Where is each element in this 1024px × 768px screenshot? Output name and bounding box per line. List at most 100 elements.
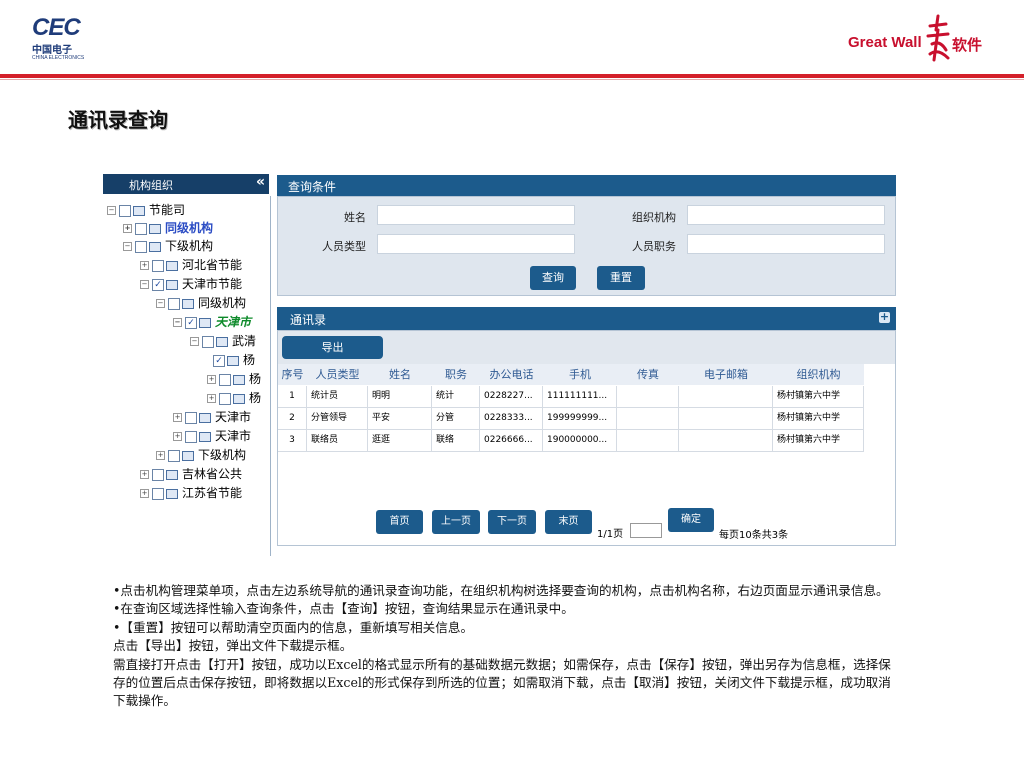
person-type-label: 人员类型 xyxy=(322,240,366,253)
table-cell: 0226666... xyxy=(480,430,543,451)
tree-node-label[interactable]: 下级机构 xyxy=(198,448,246,462)
table-row[interactable]: 2 分管领导 平安 分管 0228333... 199999999... 杨村镇第六中学 xyxy=(278,408,864,430)
collapse-icon[interactable]: « xyxy=(256,174,265,190)
table-cell: 逛逛 xyxy=(368,430,432,451)
tree-checkbox-checked[interactable]: ✓ xyxy=(213,354,225,367)
tree-node[interactable]: − ✓ 天津市节能 xyxy=(140,276,242,292)
tree-node-label[interactable]: 天津市 xyxy=(215,410,251,424)
tree-node[interactable]: + 河北省节能 xyxy=(140,257,242,273)
tree-checkbox[interactable] xyxy=(219,373,231,386)
export-button[interactable]: 导出 xyxy=(282,336,383,359)
cec-logo: CEC xyxy=(32,14,81,41)
tree-node[interactable]: + 天津市 xyxy=(173,428,251,444)
tree-node-selected[interactable]: − ✓ 天津市 xyxy=(173,314,251,330)
tree-node[interactable]: + 江苏省节能 xyxy=(140,485,242,501)
next-page-button[interactable]: 下一页 xyxy=(488,510,536,534)
expand-node-icon[interactable]: + xyxy=(140,470,149,479)
prev-page-button[interactable]: 上一页 xyxy=(432,510,480,534)
tree-node-label[interactable]: 杨 xyxy=(249,372,261,386)
tree-checkbox-checked[interactable]: ✓ xyxy=(152,278,164,291)
tree-node[interactable]: + 同级机构 xyxy=(123,220,213,236)
expand-node-icon[interactable]: + xyxy=(207,375,216,384)
tree-node[interactable]: + 天津市 xyxy=(173,409,251,425)
confirm-page-button[interactable]: 确定 xyxy=(668,508,714,532)
expand-panel-icon[interactable]: + xyxy=(879,311,890,323)
expand-node-icon[interactable]: + xyxy=(207,394,216,403)
org-icon xyxy=(166,469,178,480)
tree-checkbox-checked[interactable]: ✓ xyxy=(185,316,197,329)
tree-checkbox[interactable] xyxy=(185,430,197,443)
expand-node-icon[interactable]: + xyxy=(123,224,132,233)
tree-node[interactable]: ✓ 杨 xyxy=(213,352,255,368)
tree-node[interactable]: + 杨 xyxy=(207,371,261,387)
tree-node[interactable]: + 下级机构 xyxy=(156,447,246,463)
tree-checkbox[interactable] xyxy=(219,392,231,405)
expand-node-icon[interactable]: + xyxy=(173,432,182,441)
table-cell: 0228333... xyxy=(480,408,543,429)
tree-checkbox[interactable] xyxy=(168,297,180,310)
first-page-button[interactable]: 首页 xyxy=(376,510,423,534)
collapse-node-icon[interactable]: − xyxy=(140,280,149,289)
tree-node-label[interactable]: 节能司 xyxy=(149,203,185,217)
query-panel-title: 查询条件 xyxy=(288,180,337,194)
tree-checkbox[interactable] xyxy=(168,449,180,462)
tree-splitter[interactable] xyxy=(270,196,271,556)
collapse-node-icon[interactable]: − xyxy=(107,206,116,215)
table-row[interactable]: 1 统计员 明明 统计 0228227... 111111111... 杨村镇第六中学 xyxy=(278,386,864,408)
table-cell: 1 xyxy=(278,386,307,407)
header-divider xyxy=(0,74,1024,78)
position-input[interactable] xyxy=(687,234,885,254)
person-type-input[interactable] xyxy=(377,234,575,254)
name-input[interactable] xyxy=(377,205,575,225)
org-icon xyxy=(216,336,228,347)
org-icon xyxy=(199,317,211,328)
tree-node-label[interactable]: 同级机构 xyxy=(198,296,246,310)
tree-node[interactable]: + 杨 xyxy=(207,390,261,406)
tree-node-label[interactable]: 天津市 xyxy=(215,315,251,329)
tree-node-label[interactable]: 下级机构 xyxy=(165,239,213,253)
table-row[interactable]: 3 联络员 逛逛 联络 0226666... 190000000... 杨村镇第六中学 xyxy=(278,430,864,452)
page-title: 通讯录查询 xyxy=(68,108,168,132)
org-icon xyxy=(227,355,239,366)
table-cell: 分管 xyxy=(432,408,480,429)
collapse-node-icon[interactable]: − xyxy=(123,242,132,251)
expand-node-icon[interactable]: + xyxy=(140,489,149,498)
tree-node[interactable]: − 下级机构 xyxy=(123,238,213,254)
tree-node-label[interactable]: 江苏省节能 xyxy=(182,486,242,500)
tree-checkbox[interactable] xyxy=(135,222,147,235)
tree-node-label[interactable]: 杨 xyxy=(249,391,261,405)
tree-node-label[interactable]: 天津市 xyxy=(215,429,251,443)
tree-node-label[interactable]: 杨 xyxy=(243,353,255,367)
tree-node-label[interactable]: 吉林省公共 xyxy=(182,467,242,481)
org-icon xyxy=(166,279,178,290)
expand-node-icon[interactable]: + xyxy=(156,451,165,460)
tree-checkbox[interactable] xyxy=(152,468,164,481)
org-input[interactable] xyxy=(687,205,885,225)
tree-node[interactable]: + 吉林省公共 xyxy=(140,466,242,482)
tree-node-label[interactable]: 河北省节能 xyxy=(182,258,242,272)
collapse-node-icon[interactable]: − xyxy=(173,318,182,327)
expand-node-icon[interactable]: + xyxy=(140,261,149,270)
tree-checkbox[interactable] xyxy=(152,487,164,500)
search-button[interactable]: 查询 xyxy=(530,266,576,290)
tree-checkbox[interactable] xyxy=(202,335,214,348)
tree-checkbox[interactable] xyxy=(152,259,164,272)
table-cell xyxy=(617,430,679,451)
expand-node-icon[interactable]: + xyxy=(173,413,182,422)
org-label: 组织机构 xyxy=(632,211,676,224)
tree-node-label[interactable]: 武清 xyxy=(232,334,256,348)
tree-checkbox[interactable] xyxy=(185,411,197,424)
tree-node-label[interactable]: 同级机构 xyxy=(165,221,213,235)
last-page-button[interactable]: 末页 xyxy=(545,510,592,534)
page-number-input[interactable] xyxy=(630,523,662,538)
collapse-node-icon[interactable]: − xyxy=(156,299,165,308)
tree-node[interactable]: − 节能司 xyxy=(107,202,185,218)
reset-button[interactable]: 重置 xyxy=(597,266,645,290)
tree-checkbox[interactable] xyxy=(119,204,131,217)
tree-checkbox[interactable] xyxy=(135,240,147,253)
instructions: •点击机构管理菜单项，点击左边系统导航的通讯录查询功能，在组织机构树选择要查询的… xyxy=(113,582,893,711)
collapse-node-icon[interactable]: − xyxy=(190,337,199,346)
tree-node[interactable]: − 武清 xyxy=(190,333,256,349)
tree-node-label[interactable]: 天津市节能 xyxy=(182,277,242,291)
tree-node[interactable]: − 同级机构 xyxy=(156,295,246,311)
